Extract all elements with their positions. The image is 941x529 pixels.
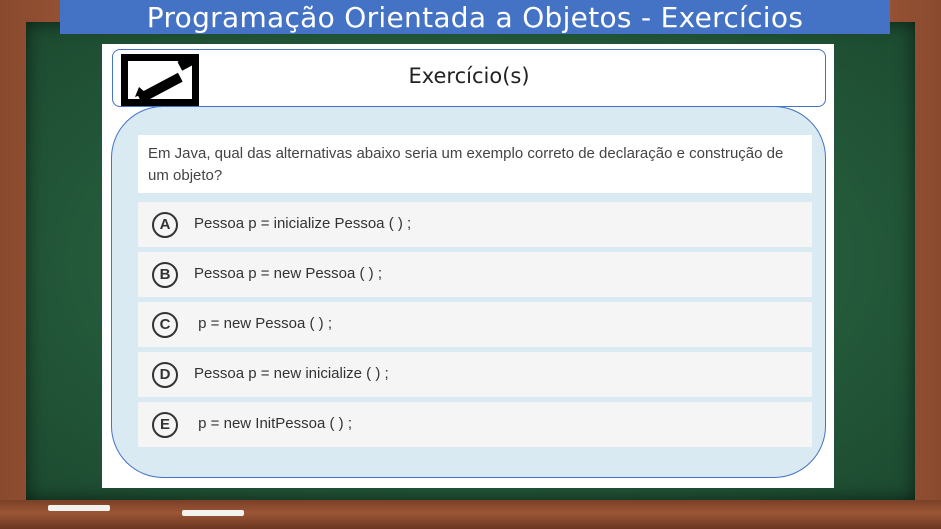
option-letter: E [152,412,178,438]
option-letter: C [152,312,178,338]
chalk-piece [48,505,110,511]
option-text: Pessoa p = new inicialize ( ) ; [194,365,389,382]
option-letter: B [152,262,178,288]
option-b[interactable]: B Pessoa p = new Pessoa ( ) ; [138,252,812,297]
chalk-tray [0,500,941,529]
chalk-piece [182,510,244,516]
page-title: Programação Orientada a Objetos - Exercí… [60,0,890,34]
chalkboard-frame: Programação Orientada a Objetos - Exercí… [0,0,941,529]
exercise-slide: Exercício(s) Em Java, qual das alternati… [102,44,834,488]
option-text: p = new InitPessoa ( ) ; [194,415,352,432]
option-letter: D [152,362,178,388]
exercise-header: Exercício(s) [112,49,826,107]
option-text: Pessoa p = inicialize Pessoa ( ) ; [194,215,412,232]
option-d[interactable]: D Pessoa p = new inicialize ( ) ; [138,352,812,397]
option-e[interactable]: E p = new InitPessoa ( ) ; [138,402,812,447]
question-panel: Em Java, qual das alternativas abaixo se… [111,106,826,478]
option-a[interactable]: A Pessoa p = inicialize Pessoa ( ) ; [138,202,812,247]
exercise-title: Exercício(s) [408,64,530,88]
option-text: p = new Pessoa ( ) ; [194,315,332,332]
option-letter: A [152,212,178,238]
option-c[interactable]: C p = new Pessoa ( ) ; [138,302,812,347]
option-text: Pessoa p = new Pessoa ( ) ; [194,265,383,282]
question-text: Em Java, qual das alternativas abaixo se… [138,135,812,193]
